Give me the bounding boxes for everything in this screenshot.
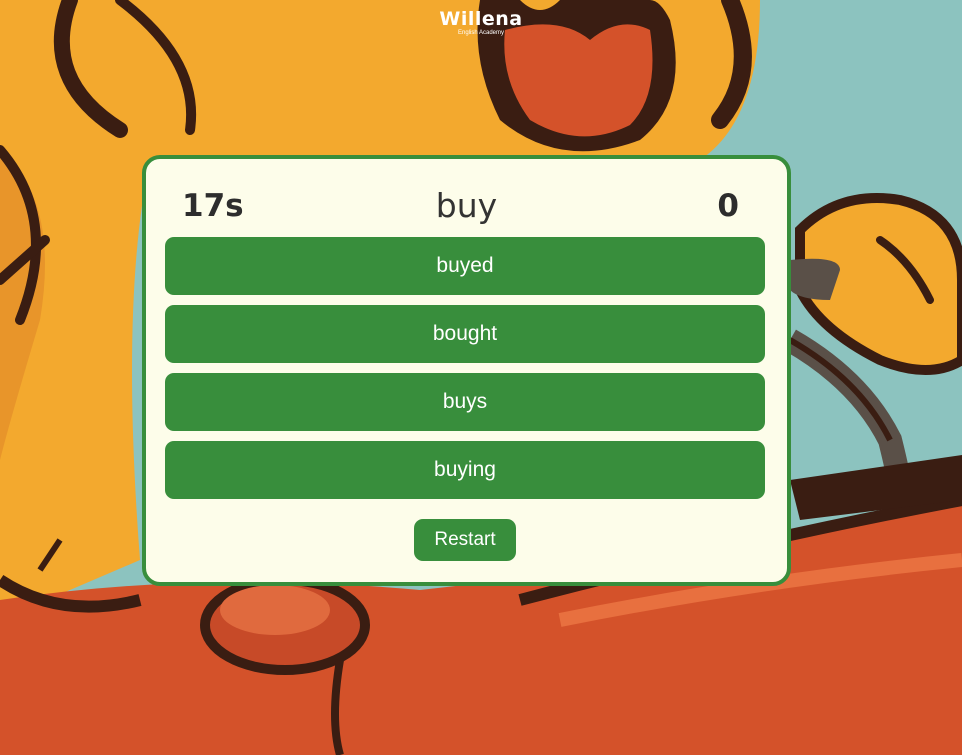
logo-brand: Willena — [439, 8, 523, 30]
quiz-card: 17s buy 0 buyed bought buys buying Resta… — [142, 155, 791, 586]
restart-button[interactable]: Restart — [414, 519, 516, 561]
quiz-header: 17s buy 0 — [146, 185, 787, 227]
answer-option-buys[interactable]: buys — [165, 373, 765, 431]
answer-option-buyed[interactable]: buyed — [165, 237, 765, 295]
logo: Willena English Academy — [0, 8, 962, 37]
game-screen: Willena English Academy 17s buy 0 buyed … — [0, 0, 962, 755]
logo-tagline: English Academy — [457, 30, 505, 36]
prompt-word: buy — [435, 186, 498, 225]
answer-options: buyed bought buys buying — [165, 237, 765, 509]
answer-option-buying[interactable]: buying — [165, 441, 765, 499]
score: 0 — [717, 188, 739, 224]
answer-option-bought[interactable]: bought — [165, 305, 765, 363]
